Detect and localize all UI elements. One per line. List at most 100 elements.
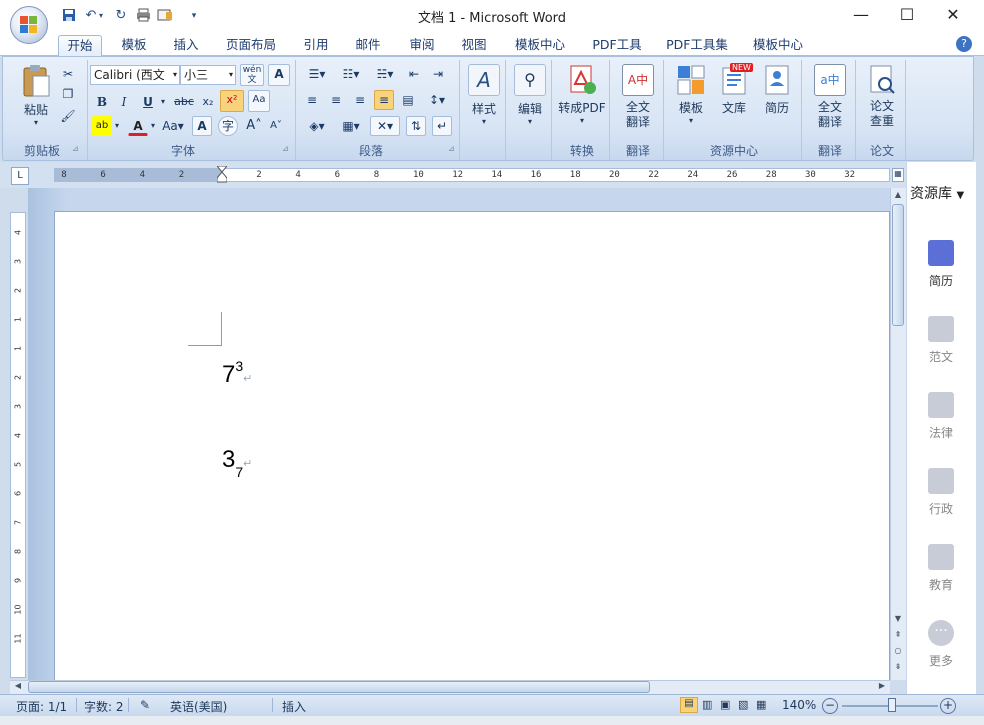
zoom-in-icon[interactable]: + [940,698,956,714]
phonetic-guide-button[interactable]: wén 文 [240,64,264,86]
tab-template[interactable]: 模板 [112,35,156,56]
doc-line-2[interactable]: 37↵ [222,446,252,480]
sort-icon[interactable]: ⇅ [406,116,426,136]
change-case-icon[interactable]: Aa▾ [160,116,186,136]
help-icon[interactable]: ? [956,36,972,52]
prev-page-icon[interactable]: ⇞ [892,630,904,642]
tab-mailings[interactable]: 邮件 [346,35,390,56]
wenku-button[interactable]: 文库 [714,64,754,138]
side-panel-title[interactable]: 资源库 ▼ [910,183,964,203]
select-browse-icon[interactable]: ○ [892,646,904,658]
tab-template-center[interactable]: 模板中心 [508,35,572,56]
enclose-char-icon[interactable]: 字 [218,116,238,136]
multilevel-list-icon[interactable]: ☵▾ [370,64,400,84]
zoom-out-icon[interactable]: − [822,698,838,714]
decrease-indent-icon[interactable]: ⇤ [404,64,424,84]
scroll-right-icon[interactable]: ▶ [876,681,888,693]
close-button[interactable]: ✕ [938,4,968,26]
tab-review[interactable]: 审阅 [400,35,444,56]
side-item-essay[interactable]: 范文 [906,316,976,365]
template-button[interactable]: 模板 ▾ [670,64,712,138]
draft-view-icon[interactable]: ▦ [756,698,766,711]
format-painter-icon[interactable]: 🖌 [58,106,78,126]
align-center-icon[interactable]: ≡ [326,90,346,110]
underline-dropdown-icon[interactable]: ▾ [158,92,168,112]
zoom-level[interactable]: 140% [782,698,816,712]
cut-icon[interactable]: ✂ [58,64,78,84]
side-item-resume[interactable]: 简历 [906,240,976,289]
font-color-icon[interactable]: A [128,116,148,136]
side-item-admin[interactable]: 行政 [906,468,976,517]
font-name-combo[interactable]: Calibri (西文 ▾ [90,65,180,85]
side-item-more[interactable]: ··· 更多 [906,620,976,669]
resume-button[interactable]: 简历 [756,64,798,138]
side-item-law[interactable]: 法律 [906,392,976,441]
doc-line-1[interactable]: 73↵ [222,358,252,389]
scroll-left-icon[interactable]: ◀ [12,681,24,693]
tab-insert[interactable]: 插入 [164,35,208,56]
vertical-scroll-thumb[interactable] [892,204,904,326]
clipboard-launcher-icon[interactable]: ⊿ [72,144,79,153]
full-translate-button-2[interactable]: a中 全文 翻译 [806,64,854,138]
language-status[interactable]: 英语(美国) [170,698,227,715]
reading-view-icon[interactable]: ▥ [702,698,712,711]
tab-pdf-tools[interactable]: PDF工具 [586,35,648,56]
align-left-icon[interactable]: ≡ [302,90,322,110]
align-right-icon[interactable]: ≡ [350,90,370,110]
highlight-dropdown-icon[interactable]: ▾ [112,116,122,136]
strikethrough-button[interactable]: abc [172,92,196,112]
web-layout-view-icon[interactable]: ▣ [720,698,730,711]
tab-selector-icon[interactable]: L [11,167,29,185]
bullets-icon[interactable]: ☰▾ [302,64,332,84]
document-page[interactable] [54,211,890,681]
borders-icon[interactable]: ▦▾ [336,116,366,136]
numbering-icon[interactable]: ☷▾ [336,64,366,84]
font-color-dropdown-icon[interactable]: ▾ [148,116,158,136]
shrink-font-icon[interactable]: A˅ [266,116,286,136]
tab-pdf-toolset[interactable]: PDF工具集 [660,35,734,56]
tab-template-center-2[interactable]: 模板中心 [746,35,810,56]
print-layout-view-icon[interactable]: ▤ [680,697,698,713]
increase-indent-icon[interactable]: ⇥ [428,64,448,84]
tab-references[interactable]: 引用 [294,35,338,56]
insert-mode-status[interactable]: 插入 [282,698,306,715]
shading-icon[interactable]: ◈▾ [302,116,332,136]
side-item-education[interactable]: 教育 [906,544,976,593]
italic-button[interactable]: I [114,92,134,112]
outline-view-icon[interactable]: ▧ [738,698,748,711]
maximize-button[interactable]: ☐ [892,4,922,26]
distributed-icon[interactable]: ▤ [398,90,418,110]
edit-button[interactable]: ⚲ 编辑 ▾ [510,64,550,138]
paragraph-launcher-icon[interactable]: ⊿ [448,144,455,153]
tab-view[interactable]: 视图 [452,35,496,56]
page-count-status[interactable]: 页面: 1/1 [16,698,67,715]
proofing-icon[interactable]: ✎ [140,698,150,712]
font-launcher-icon[interactable]: ⊿ [282,144,289,153]
highlight-icon[interactable]: ab [92,116,112,136]
char-shading-icon[interactable]: A [192,116,212,136]
scroll-down-icon[interactable]: ▼ [892,614,904,626]
scroll-up-icon[interactable]: ▲ [892,190,904,202]
subscript-button[interactable]: x₂ [198,92,218,112]
char-border-icon[interactable]: A [268,64,290,86]
tab-page-layout[interactable]: 页面布局 [220,35,282,56]
copy-icon[interactable]: ❐ [58,84,78,104]
office-button[interactable] [10,6,48,44]
clear-format-icon[interactable]: Aa [248,90,270,112]
word-count-status[interactable]: 字数: 2 [84,698,124,715]
bold-button[interactable]: B [92,92,112,112]
styles-button[interactable]: A 样式 ▾ [464,64,504,138]
paper-check-button[interactable]: 论文 查重 [860,64,904,138]
show-marks-icon[interactable]: ↵ [432,116,452,136]
line-spacing-icon[interactable]: ↕▾ [422,90,452,110]
zoom-slider-thumb[interactable] [888,698,896,712]
justify-icon[interactable]: ≡ [374,90,394,110]
horizontal-scroll-thumb[interactable] [28,681,650,693]
minimize-button[interactable]: — [846,4,876,26]
indent-marker-icon[interactable] [215,165,229,184]
next-page-icon[interactable]: ⇟ [892,662,904,674]
superscript-button[interactable]: x² [220,90,244,112]
to-pdf-button[interactable]: 转成PDF ▾ [556,64,608,138]
font-size-combo[interactable]: 小三 ▾ [180,65,236,85]
tab-home[interactable]: 开始 [58,35,102,56]
